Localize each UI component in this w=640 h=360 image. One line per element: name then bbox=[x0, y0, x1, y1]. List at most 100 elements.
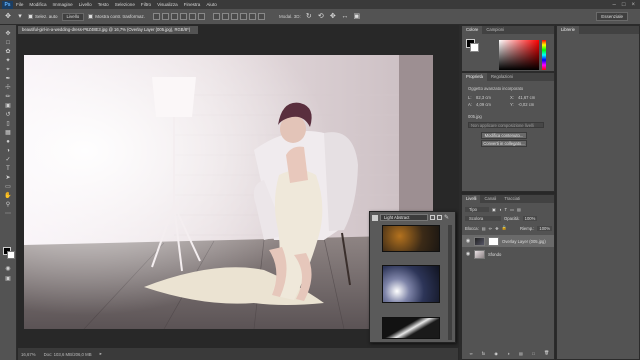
type-tool-icon[interactable]: T bbox=[3, 165, 13, 173]
x-value[interactable]: 41,67 cm bbox=[518, 95, 535, 100]
adjustment-layer-icon[interactable]: ◑ bbox=[507, 351, 510, 356]
tab-tracciati[interactable]: Tracciati bbox=[500, 195, 524, 203]
distribute-vcenter-icon[interactable] bbox=[222, 13, 230, 20]
layer-row-overlay[interactable]: ◉ Overlay Layer (005.jpg) bbox=[462, 235, 554, 247]
new-layer-icon[interactable]: □ bbox=[532, 351, 535, 356]
blur-tool-icon[interactable]: ● bbox=[3, 138, 13, 146]
tab-campioni[interactable]: Campioni bbox=[482, 26, 508, 34]
library-item-thumbnail[interactable] bbox=[382, 265, 440, 303]
background-color-swatch[interactable] bbox=[470, 43, 479, 52]
color-field[interactable] bbox=[499, 40, 539, 70]
path-select-tool-icon[interactable]: ➤ bbox=[3, 174, 13, 182]
new-group-icon[interactable]: ▤ bbox=[519, 351, 523, 356]
quick-select-tool-icon[interactable]: ✦ bbox=[3, 57, 13, 65]
close-icon[interactable]: × bbox=[631, 2, 635, 8]
tab-regolazioni[interactable]: Regolazioni bbox=[487, 73, 517, 81]
zoom-level[interactable]: 16,67% bbox=[21, 352, 36, 357]
menu-immagine[interactable]: Immagine bbox=[50, 2, 76, 7]
tab-livelli[interactable]: Livelli bbox=[462, 195, 481, 203]
distribute-hcenter-icon[interactable] bbox=[249, 13, 257, 20]
menu-selezione[interactable]: Selezione bbox=[112, 2, 138, 7]
transform-controls-checkbox[interactable]: Mostra contr. trasformaz. bbox=[88, 14, 145, 19]
distribute-right-icon[interactable] bbox=[258, 13, 266, 20]
convert-to-linked-button[interactable]: Converti in collegato... bbox=[481, 140, 527, 147]
checkbox-box[interactable] bbox=[88, 14, 94, 19]
menu-aiuto[interactable]: Aiuto bbox=[203, 2, 219, 7]
menu-file[interactable]: File bbox=[13, 2, 26, 7]
maximize-icon[interactable]: □ bbox=[622, 2, 626, 8]
dodge-tool-icon[interactable]: ◑ bbox=[3, 147, 13, 155]
marquee-tool-icon[interactable]: □ bbox=[3, 39, 13, 47]
library-scrollbar[interactable] bbox=[448, 225, 452, 340]
visibility-eye-icon[interactable]: ◉ bbox=[465, 251, 471, 257]
menu-filtro[interactable]: Filtro bbox=[138, 2, 154, 7]
pen-tool-icon[interactable]: ✓ bbox=[3, 156, 13, 164]
foreground-background-colors[interactable] bbox=[3, 247, 15, 259]
tab-proprieta[interactable]: Proprietà bbox=[462, 73, 487, 81]
history-brush-tool-icon[interactable]: ↺ bbox=[3, 111, 13, 119]
hue-slider[interactable] bbox=[542, 40, 546, 70]
menu-livello[interactable]: Livello bbox=[76, 2, 95, 7]
height-value[interactable]: 4,09 cm bbox=[476, 102, 491, 107]
clone-stamp-tool-icon[interactable]: ▣ bbox=[3, 102, 13, 110]
tab-canali[interactable]: Canali bbox=[480, 195, 500, 203]
quick-mask-icon[interactable]: ◉ bbox=[3, 265, 13, 273]
width-value[interactable]: 82,3 cm bbox=[476, 95, 491, 100]
autoselect-dropdown[interactable]: Livello bbox=[61, 12, 85, 21]
minimize-icon[interactable]: – bbox=[613, 2, 616, 8]
3d-roll-icon[interactable]: ⟲ bbox=[317, 13, 325, 21]
fill-value[interactable]: 100% bbox=[537, 225, 553, 231]
3d-orbit-icon[interactable]: ↻ bbox=[305, 13, 313, 21]
shape-tool-icon[interactable]: ▭ bbox=[3, 183, 13, 191]
gradient-tool-icon[interactable]: ▦ bbox=[3, 129, 13, 137]
checkbox-box[interactable] bbox=[28, 14, 33, 19]
tool-preset-chevron-icon[interactable]: ▾ bbox=[16, 13, 24, 21]
distribute-bottom-icon[interactable] bbox=[231, 13, 239, 20]
layer-mask-thumbnail[interactable] bbox=[488, 236, 499, 246]
menu-testo[interactable]: Testo bbox=[95, 2, 112, 7]
healing-brush-tool-icon[interactable]: ☩ bbox=[3, 84, 13, 92]
library-item-thumbnail[interactable] bbox=[382, 317, 440, 339]
workspace-dropdown[interactable]: Essenziale bbox=[596, 12, 628, 21]
document-tab[interactable]: beautiful-girl-in-a-wedding-dress-P6Z48E… bbox=[18, 26, 198, 34]
document-size[interactable]: Doc: 103,6 MB/206,0 MB bbox=[44, 352, 92, 357]
layer-style-icon[interactable]: fx bbox=[482, 351, 485, 356]
distribute-top-icon[interactable] bbox=[213, 13, 221, 20]
screen-mode-icon[interactable]: ▣ bbox=[3, 275, 13, 283]
move-tool-icon[interactable]: ✥ bbox=[3, 30, 13, 38]
menu-finestra[interactable]: Finestra bbox=[181, 2, 204, 7]
move-tool-icon[interactable]: ✥ bbox=[4, 13, 12, 21]
crop-tool-icon[interactable]: ⌖ bbox=[3, 66, 13, 74]
align-bottom-icon[interactable] bbox=[171, 13, 179, 20]
align-right-icon[interactable] bbox=[198, 13, 206, 20]
brush-tool-icon[interactable]: ✏ bbox=[3, 93, 13, 101]
background-color-swatch[interactable] bbox=[7, 251, 15, 259]
filter-smart-object-icon[interactable]: ▤ bbox=[517, 207, 521, 212]
grid-view-icon[interactable] bbox=[430, 215, 435, 220]
eyedropper-tool-icon[interactable]: ✒ bbox=[3, 75, 13, 83]
layer-name[interactable]: Overlay Layer (005.jpg) bbox=[502, 239, 546, 244]
y-value[interactable]: -0,02 cm bbox=[518, 102, 534, 107]
link-layers-icon[interactable]: ∞ bbox=[470, 351, 473, 356]
lasso-tool-icon[interactable]: ✿ bbox=[3, 48, 13, 56]
edit-contents-button[interactable]: Modifica contenuto... bbox=[481, 132, 527, 139]
status-arrow-icon[interactable]: ▸ bbox=[100, 351, 102, 357]
tab-colore[interactable]: Colore bbox=[462, 26, 483, 34]
delete-layer-icon[interactable]: 🗑 bbox=[544, 350, 549, 356]
hand-tool-icon[interactable]: ✋ bbox=[3, 192, 13, 200]
lock-transparent-icon[interactable]: ▤ bbox=[482, 226, 486, 231]
filter-shape-icon[interactable]: ▭ bbox=[510, 207, 514, 212]
3d-pan-icon[interactable]: ✥ bbox=[329, 13, 337, 21]
layer-row-background[interactable]: ◉ Sfondo bbox=[462, 248, 554, 260]
lock-all-icon[interactable]: 🔒 bbox=[502, 225, 507, 231]
filter-type-icon[interactable]: T bbox=[505, 207, 508, 212]
edit-pencil-icon[interactable]: ✎ bbox=[444, 214, 449, 221]
eraser-tool-icon[interactable]: ▯ bbox=[3, 120, 13, 128]
menu-modifica[interactable]: Modifica bbox=[26, 2, 49, 7]
menu-visualizza[interactable]: Visualizza bbox=[154, 2, 181, 7]
add-mask-icon[interactable]: ◉ bbox=[494, 351, 498, 356]
filter-adjustment-icon[interactable]: ◑ bbox=[499, 207, 502, 212]
zoom-tool-icon[interactable]: ⚲ bbox=[3, 201, 13, 209]
more-tools-icon[interactable]: ⋯ bbox=[3, 210, 13, 218]
filter-pixel-icon[interactable]: ▣ bbox=[492, 207, 496, 212]
